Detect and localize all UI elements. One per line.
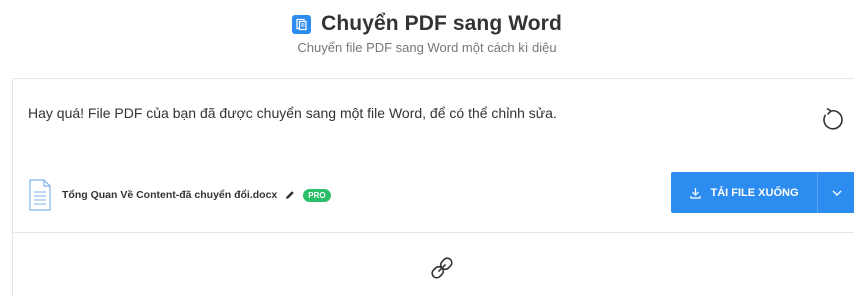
download-options-button[interactable] — [817, 172, 854, 213]
document-icon — [29, 179, 51, 211]
download-button-group: TẢI FILE XUỐNG — [671, 172, 854, 213]
pdf-to-word-icon — [292, 14, 312, 34]
title-row: Chuyển PDF sang Word — [292, 10, 562, 38]
chevron-down-icon — [832, 190, 841, 196]
page-title: Chuyển PDF sang Word — [321, 12, 562, 35]
download-icon — [689, 187, 701, 199]
pro-badge: PRO — [303, 188, 331, 202]
file-name: Tổng Quan Về Content-đã chuyển đổi.docx — [62, 189, 278, 201]
download-label: TẢI FILE XUỐNG — [710, 186, 799, 199]
link-icon[interactable] — [428, 254, 456, 282]
restart-icon[interactable] — [818, 107, 844, 133]
divider — [13, 232, 854, 233]
page-subtitle: Chuyển file PDF sang Word một cách kì di… — [297, 40, 557, 55]
result-panel: Hay quá! File PDF của bạn đã được chuyển… — [12, 78, 854, 296]
download-button[interactable]: TẢI FILE XUỐNG — [671, 172, 817, 213]
file-row: Tổng Quan Về Content-đã chuyển đổi.docx … — [29, 176, 331, 214]
success-message: Hay quá! File PDF của bạn đã được chuyển… — [28, 105, 557, 121]
pencil-icon[interactable] — [285, 190, 295, 200]
page-header: Chuyển PDF sang Word Chuyển file PDF san… — [0, 10, 854, 55]
